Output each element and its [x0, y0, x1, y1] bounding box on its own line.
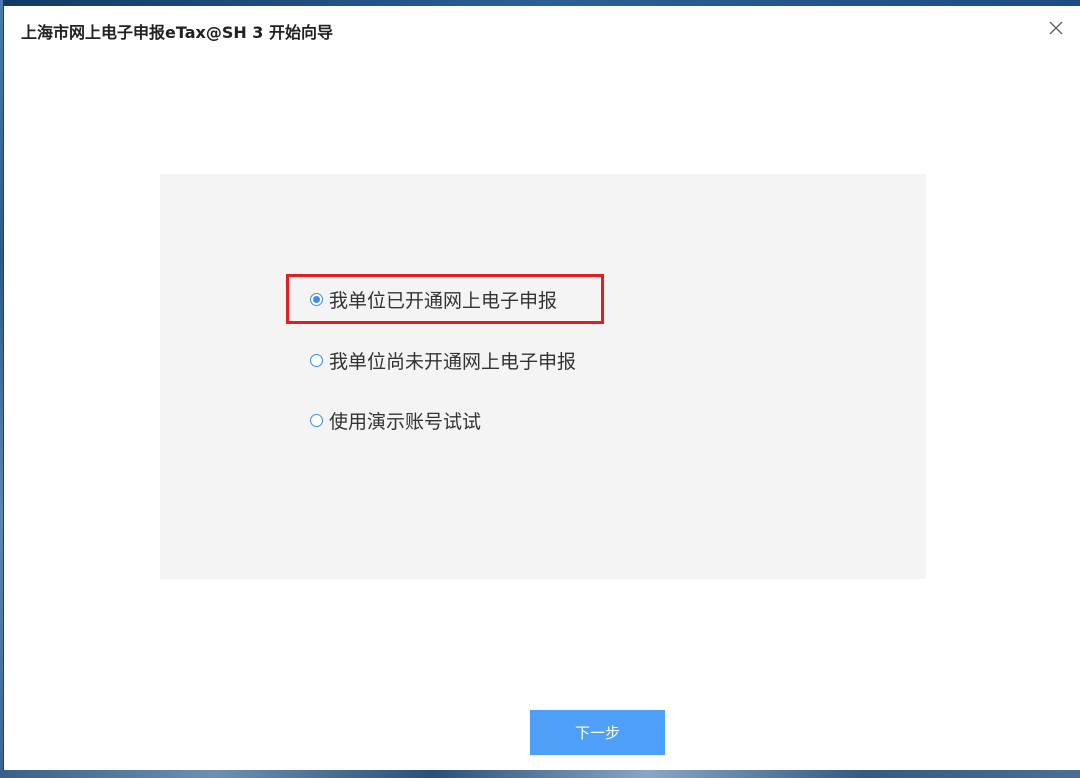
option-label: 我单位已开通网上电子申报: [329, 289, 558, 312]
option-opened-e-filing[interactable]: 我单位已开通网上电子申报: [310, 284, 557, 314]
option-demo-account[interactable]: 使用演示账号试试: [310, 405, 481, 435]
radio-button-selected[interactable]: [310, 292, 323, 306]
option-not-opened-e-filing[interactable]: 我单位尚未开通网上电子申报: [310, 345, 576, 375]
start-wizard-dialog: 上海市网上电子申报eTax@SH 3 开始向导 我单位已开通网上电子申报 我单位…: [4, 6, 1080, 770]
next-button[interactable]: 下一步: [530, 710, 665, 755]
close-button[interactable]: [1044, 16, 1068, 40]
dialog-titlebar: 上海市网上电子申报eTax@SH 3 开始向导: [4, 6, 1080, 52]
desktop-background-left: [0, 0, 3, 778]
radio-button[interactable]: [310, 353, 323, 367]
taskbar-strip: [0, 770, 1080, 778]
option-label: 使用演示账号试试: [329, 410, 482, 433]
radio-button[interactable]: [310, 413, 323, 427]
dialog-title: 上海市网上电子申报eTax@SH 3 开始向导: [21, 23, 334, 42]
options-panel: 我单位已开通网上电子申报 我单位尚未开通网上电子申报 使用演示账号试试: [160, 174, 926, 579]
close-icon: [1049, 21, 1063, 35]
option-label: 我单位尚未开通网上电子申报: [329, 350, 577, 373]
